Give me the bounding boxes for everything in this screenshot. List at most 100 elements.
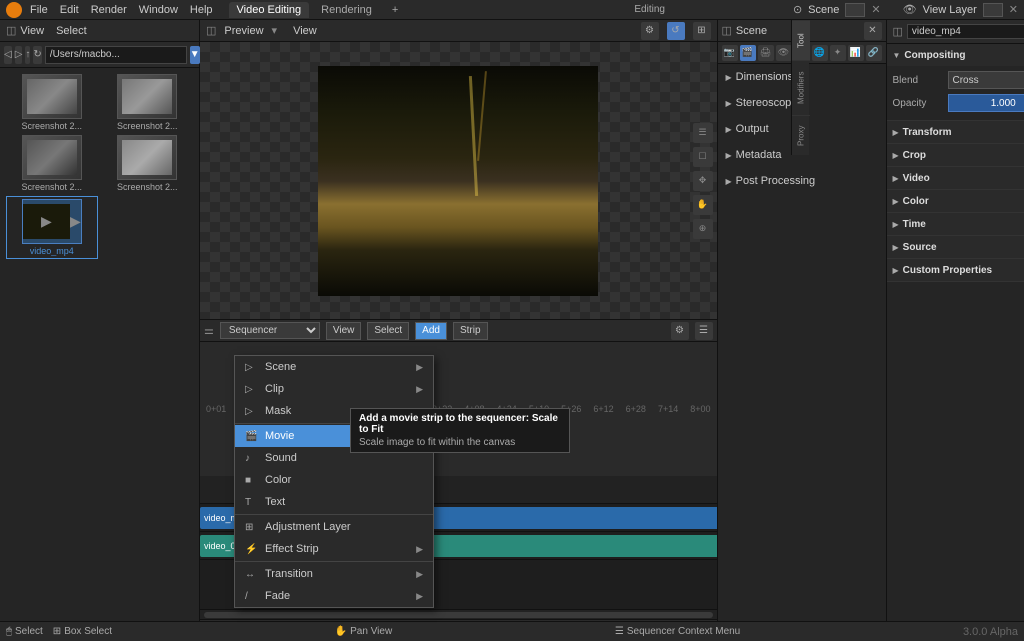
time-header[interactable]: ▶ Time (887, 213, 1024, 235)
render-const-icon[interactable]: 🔗 (866, 45, 882, 61)
filter-icon[interactable]: ▼ (190, 46, 200, 64)
strip-name-input[interactable] (907, 24, 1024, 39)
menu-item-adjustment[interactable]: ⊞ Adjustment Layer (235, 516, 433, 538)
menu-render[interactable]: Render (91, 4, 127, 16)
preview-label[interactable]: Preview (224, 25, 263, 37)
context-menu-status: ☰ Sequencer Context Menu (615, 626, 740, 637)
nav-up[interactable]: ↑ (25, 46, 30, 64)
preview-view-icon[interactable]: ⊞ (693, 22, 711, 40)
preview-tool-2[interactable]: ☐ (693, 147, 713, 167)
crop-arrow: ▶ (893, 151, 899, 160)
seq-menu-select[interactable]: Select (367, 322, 409, 340)
preview-panel: ◫ Preview ▾ View ⚙ ↺ ⊞ (200, 20, 717, 320)
meta-label: Metadata (736, 149, 782, 161)
list-item[interactable]: Screenshot 2... (102, 74, 194, 131)
preview-dropdown[interactable]: ▾ (272, 24, 278, 37)
sidebar-header: ◫ View Select (0, 20, 199, 42)
custom-props-arrow: ▶ (893, 266, 899, 275)
menu-item-text[interactable]: T Text (235, 491, 433, 513)
preview-tool-1[interactable]: ☰ (693, 123, 713, 143)
crop-header[interactable]: ▶ Crop (887, 144, 1024, 166)
seq-menu-view[interactable]: View (326, 322, 362, 340)
sequencer-name-select[interactable]: Sequencer (220, 322, 320, 339)
seq-menu-strip[interactable]: Strip (453, 322, 488, 340)
menu-item-transition[interactable]: ↔ Transition ▶ (235, 563, 433, 585)
render-data-icon[interactable]: 📊 (848, 45, 864, 61)
render-cam-icon[interactable]: 📷 (722, 45, 738, 61)
list-item[interactable]: Screenshot 2... (6, 74, 98, 131)
menu-item-label: Adjustment Layer (265, 521, 351, 533)
render-scene-icon[interactable]: 🎬 (740, 45, 756, 61)
custom-props-title: Custom Properties (903, 265, 992, 276)
render-icon: ◫ (722, 24, 732, 37)
nav-back[interactable]: ◁ (4, 46, 12, 64)
list-item[interactable]: Screenshot 2... (6, 135, 98, 192)
seq-list-icon[interactable]: ☰ (695, 322, 713, 340)
scene-name[interactable]: Scene (808, 4, 839, 16)
menu-item-color[interactable]: ■ Color (235, 469, 433, 491)
video-header[interactable]: ▶ Video (887, 167, 1024, 189)
menu-item-label: Movie (265, 430, 294, 442)
transform-header[interactable]: ▶ Transform (887, 121, 1024, 143)
tab-rendering[interactable]: Rendering (313, 2, 380, 18)
render-postproc-section: ▶ Post Processing (718, 168, 886, 194)
vtab-modifiers[interactable]: Modifiers (792, 60, 810, 115)
opacity-value[interactable]: 1.000 (948, 94, 1024, 112)
source-section: ▶ Source (887, 236, 1024, 259)
menu-item-scene[interactable]: ▷ Scene ▶ (235, 356, 433, 378)
preview-tool-hand[interactable]: ✋ (693, 195, 713, 215)
time-15: 8+00 (684, 404, 716, 414)
custom-props-section: ▶ Custom Properties (887, 259, 1024, 282)
preview-view-label[interactable]: View (293, 25, 317, 37)
status-bar: 🖱 Select ⊞ Box Select ✋ Pan View ☰ Seque… (0, 621, 1024, 641)
blend-row: Blend Cross ▾ ● (893, 70, 1024, 90)
vtab-tool[interactable]: Tool (792, 20, 810, 60)
source-header[interactable]: ▶ Source (887, 236, 1024, 258)
compositing-arrow: ▼ (893, 51, 901, 60)
blend-label: Blend (893, 75, 948, 86)
render-part-icon[interactable]: ✦ (830, 45, 846, 61)
list-item[interactable]: Screenshot 2... (102, 135, 194, 192)
menu-edit[interactable]: Edit (60, 4, 79, 16)
preview-settings[interactable]: ⚙ (641, 22, 659, 40)
video-arrow: ▶ (893, 174, 899, 183)
vl-close[interactable]: ✕ (1009, 3, 1018, 16)
tab-video-editing[interactable]: Video Editing (229, 2, 310, 18)
compositing-header[interactable]: ▼ Compositing (887, 44, 1024, 66)
select-label[interactable]: Select (56, 25, 87, 37)
render-panel-close[interactable]: ✕ (864, 22, 882, 40)
menu-separator-3 (235, 561, 433, 562)
preview-tool-4[interactable]: ⊕ (693, 219, 713, 239)
view-layer-name[interactable]: View Layer (923, 4, 977, 16)
color-header[interactable]: ▶ Color (887, 190, 1024, 212)
preview-sync[interactable]: ↺ (667, 22, 685, 40)
path-input[interactable] (45, 46, 187, 64)
menu-item-effect-strip[interactable]: ⚡ Effect Strip ▶ (235, 538, 433, 560)
menu-item-clip[interactable]: ▷ Clip ▶ (235, 378, 433, 400)
mouse-icon: 🖱 (6, 626, 12, 637)
menu-item-fade[interactable]: / Fade ▶ (235, 585, 433, 607)
blend-dropdown[interactable]: Cross ▾ (948, 71, 1024, 89)
sound-menu-icon: ♪ (245, 453, 259, 464)
render-world-icon[interactable]: 🌐 (812, 45, 828, 61)
nav-refresh[interactable]: ↻ (33, 46, 41, 64)
transform-arrow: ▶ (893, 128, 899, 137)
list-item[interactable]: ▶ video_mp4 (6, 196, 98, 259)
view-label[interactable]: View (20, 25, 44, 37)
nav-forward[interactable]: ▷ (15, 46, 23, 64)
menu-help[interactable]: Help (190, 4, 213, 16)
menu-file[interactable]: File (30, 4, 48, 16)
movie-menu-icon: 🎬 (245, 431, 259, 442)
tab-add[interactable]: + (384, 2, 406, 18)
render-view-icon[interactable]: 👁 (776, 45, 792, 61)
custom-props-header[interactable]: ▶ Custom Properties (887, 259, 1024, 281)
vtab-proxy[interactable]: Proxy (792, 115, 810, 155)
preview-tool-3[interactable]: ✥ (693, 171, 713, 191)
seq-settings-icon[interactable]: ⚙ (671, 322, 689, 340)
render-postproc-row[interactable]: ▶ Post Processing (718, 170, 886, 192)
menu-window[interactable]: Window (139, 4, 178, 16)
seq-menu-add[interactable]: Add (415, 322, 447, 340)
stereo-label: Stereoscopy (736, 97, 797, 109)
render-output-icon[interactable]: 🖨 (758, 45, 774, 61)
window-close[interactable]: ✕ (871, 3, 880, 16)
